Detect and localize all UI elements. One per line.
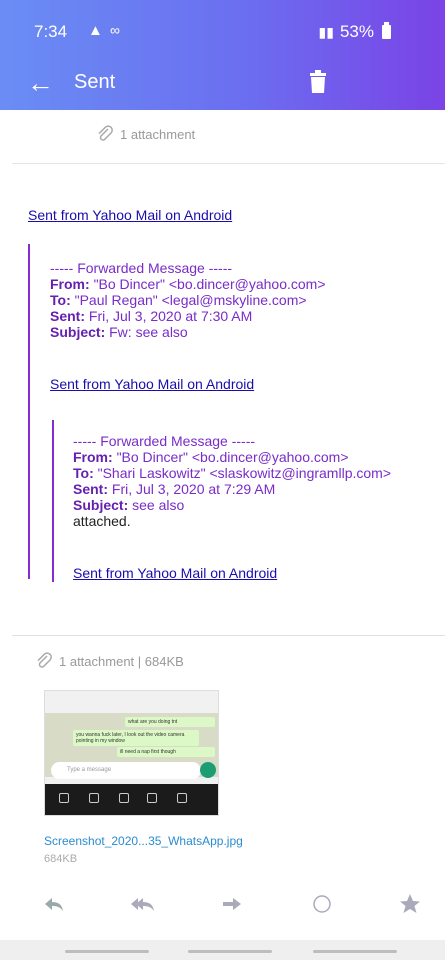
message-body: attached. bbox=[73, 513, 131, 529]
to-line: To: "Shari Laskowitz" <slaskowitz@ingram… bbox=[73, 465, 391, 481]
chat-bubble: what are you doing tnt bbox=[125, 717, 215, 727]
signal-icon: ▮▮ bbox=[318, 23, 334, 40]
subject-line: Subject: see also bbox=[73, 497, 185, 513]
to-line: To: "Paul Regan" <legal@mskyline.com> bbox=[50, 292, 307, 308]
reply-all-icon[interactable] bbox=[128, 892, 156, 916]
quote-bar bbox=[28, 244, 30, 579]
attachment-filename[interactable]: Screenshot_2020...35_WhatsApp.jpg bbox=[44, 834, 243, 848]
status-bar: 7:34 ▲ ∞ ▮▮ 53% bbox=[0, 0, 445, 60]
signature-link[interactable]: Sent from Yahoo Mail on Android bbox=[28, 207, 232, 223]
status-time: 7:34 bbox=[34, 22, 68, 41]
battery-icon bbox=[382, 22, 391, 39]
reply-icon[interactable] bbox=[42, 892, 66, 916]
attachment-row[interactable]: 1 attachment bbox=[96, 125, 195, 143]
forwarded-message-header: ----- Forwarded Message ----- From: "Bo … bbox=[73, 433, 391, 529]
nav-pill[interactable] bbox=[313, 950, 397, 953]
forward-icon[interactable] bbox=[220, 892, 244, 916]
mark-unread-icon[interactable] bbox=[310, 892, 334, 916]
attachments-summary-text: 1 attachment | 684KB bbox=[59, 653, 184, 669]
paperclip-icon bbox=[37, 652, 52, 668]
attachments-summary: 1 attachment | 684KB bbox=[35, 652, 184, 670]
voicemail-icon: ∞ bbox=[110, 22, 120, 38]
forward-separator: ----- Forwarded Message ----- bbox=[50, 260, 233, 276]
system-nav-bar bbox=[0, 940, 445, 960]
mic-icon bbox=[177, 793, 187, 803]
settings-icon bbox=[147, 793, 157, 803]
warning-icon: ▲ bbox=[88, 22, 103, 39]
from-line: From: "Bo Dincer" <bo.dincer@yahoo.com> bbox=[50, 276, 326, 292]
divider bbox=[12, 635, 445, 636]
star-icon[interactable] bbox=[398, 892, 422, 916]
toolbar: ← Sent bbox=[0, 60, 445, 110]
divider bbox=[12, 163, 445, 164]
delete-button[interactable] bbox=[308, 70, 328, 99]
forward-separator: ----- Forwarded Message ----- bbox=[73, 433, 256, 449]
signature-link[interactable]: Sent from Yahoo Mail on Android bbox=[73, 565, 277, 581]
attachment-count: 1 attachment bbox=[120, 126, 196, 142]
sticker-icon bbox=[119, 793, 129, 803]
subject-line: Subject: Fw: see also bbox=[50, 324, 188, 340]
composer-field: Type a message bbox=[51, 762, 201, 779]
quote-bar bbox=[52, 420, 54, 582]
keyboard-bar bbox=[45, 784, 218, 815]
gif-icon bbox=[89, 793, 99, 803]
chat-bubble: you wanna fuck later, I look out the vid… bbox=[73, 730, 199, 746]
sent-line: Sent: Fri, Jul 3, 2020 at 7:30 AM bbox=[50, 308, 253, 324]
app-header: 7:34 ▲ ∞ ▮▮ 53% ← Sent bbox=[0, 0, 445, 110]
from-line: From: "Bo Dincer" <bo.dincer@yahoo.com> bbox=[73, 449, 349, 465]
nav-pill[interactable] bbox=[188, 950, 272, 953]
chat-bubble: ill need a nap first though bbox=[117, 747, 215, 757]
sent-line: Sent: Fri, Jul 3, 2020 at 7:29 AM bbox=[73, 481, 276, 497]
status-icons: ▮▮ 53% bbox=[319, 22, 391, 42]
forwarded-message-header: ----- Forwarded Message ----- From: "Bo … bbox=[50, 260, 326, 340]
attachment-thumbnail[interactable]: what are you doing tnt you wanna fuck la… bbox=[44, 690, 219, 816]
nav-pill[interactable] bbox=[65, 950, 149, 953]
back-arrow-icon[interactable]: ← bbox=[27, 68, 54, 98]
signature-link[interactable]: Sent from Yahoo Mail on Android bbox=[50, 376, 254, 392]
mic-icon bbox=[200, 762, 216, 778]
attachment-filesize: 684KB bbox=[44, 853, 78, 865]
message-actions bbox=[0, 888, 445, 938]
trash-icon bbox=[310, 70, 326, 93]
battery-level: 53% bbox=[339, 22, 374, 41]
page-title: Sent bbox=[74, 71, 116, 93]
emoji-icon bbox=[59, 793, 69, 803]
paperclip-icon bbox=[98, 125, 113, 141]
